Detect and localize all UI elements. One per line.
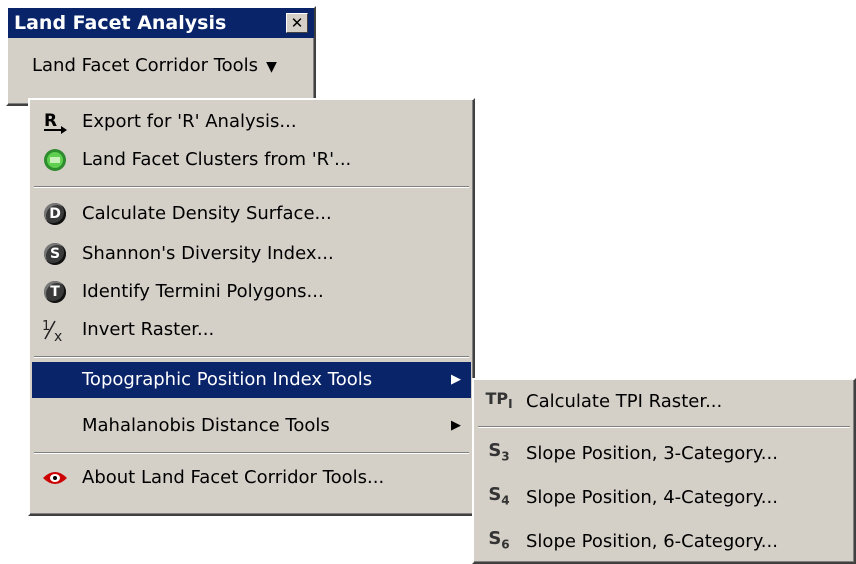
- submenu-item-label: Calculate TPI Raster...: [526, 391, 723, 412]
- menu-item-about[interactable]: About Land Facet Corridor Tools...: [32, 460, 471, 496]
- menu-item-label: Invert Raster...: [82, 319, 215, 340]
- menu-item-label: Mahalanobis Distance Tools: [82, 415, 330, 436]
- tpi-tools-submenu: TPI Calculate TPI Raster... S3 Slope Pos…: [472, 378, 856, 564]
- menu-item-land-facet-clusters[interactable]: Land Facet Clusters from 'R'...: [32, 142, 471, 178]
- menu-item-label: Export for 'R' Analysis...: [82, 111, 297, 132]
- menu-item-shannon-diversity[interactable]: S Shannon's Diversity Index...: [32, 236, 471, 272]
- s-circle-icon: S: [40, 236, 70, 272]
- menu-separator: [478, 426, 850, 428]
- close-icon: ✕: [290, 14, 304, 32]
- chevron-right-icon: ▶: [451, 372, 461, 387]
- submenu-item-slope-4[interactable]: S4 Slope Position, 4-Category...: [476, 480, 852, 516]
- menu-item-label: Shannon's Diversity Index...: [82, 243, 334, 264]
- chevron-down-icon: ▼: [266, 59, 277, 75]
- tpi-icon: TPI: [485, 389, 513, 412]
- chevron-right-icon: ▶: [451, 418, 461, 433]
- s4-icon: S4: [488, 484, 510, 508]
- submenu-item-label: Slope Position, 4-Category...: [526, 487, 778, 508]
- dropdown-label: Land Facet Corridor Tools: [32, 55, 259, 76]
- r-export-icon: R: [40, 104, 70, 140]
- menu-item-export-r[interactable]: R Export for 'R' Analysis...: [32, 104, 471, 140]
- submenu-item-slope-3[interactable]: S3 Slope Position, 3-Category...: [476, 436, 852, 472]
- toolbar-title[interactable]: Land Facet Analysis: [8, 8, 314, 38]
- invert-icon: 1 x: [40, 312, 70, 348]
- s6-icon: S6: [488, 528, 510, 552]
- menu-item-label: Land Facet Clusters from 'R'...: [82, 149, 352, 170]
- menu-item-label: Calculate Density Surface...: [82, 203, 332, 224]
- menu-separator: [34, 186, 469, 188]
- menu-item-label: Identify Termini Polygons...: [82, 281, 324, 302]
- menu-separator: [34, 356, 469, 358]
- green-cluster-icon: [40, 142, 70, 178]
- s3-icon: S3: [488, 440, 510, 464]
- d-circle-icon: D: [40, 196, 70, 232]
- submenu-item-calculate-tpi[interactable]: TPI Calculate TPI Raster...: [476, 384, 852, 420]
- t-circle-icon: T: [40, 274, 70, 310]
- menu-item-tpi-tools[interactable]: Topographic Position Index Tools ▶: [32, 362, 471, 398]
- svg-text:x: x: [54, 329, 62, 343]
- submenu-item-label: Slope Position, 6-Category...: [526, 531, 778, 552]
- land-facet-tools-dropdown[interactable]: Land Facet Corridor Tools ▼: [32, 48, 277, 84]
- eye-icon: [40, 460, 70, 496]
- menu-item-label: Topographic Position Index Tools: [82, 369, 373, 390]
- menu-item-density-surface[interactable]: D Calculate Density Surface...: [32, 196, 471, 232]
- menu-item-mahalanobis-tools[interactable]: Mahalanobis Distance Tools ▶: [32, 408, 471, 444]
- land-facet-tools-menu: R Export for 'R' Analysis... Land Facet …: [28, 98, 475, 516]
- submenu-item-slope-6[interactable]: S6 Slope Position, 6-Category...: [476, 524, 852, 560]
- menu-item-label: About Land Facet Corridor Tools...: [82, 467, 385, 488]
- menu-item-invert-raster[interactable]: 1 x Invert Raster...: [32, 312, 471, 348]
- land-facet-toolbar: Land Facet Analysis ✕ Land Facet Corrido…: [6, 6, 316, 106]
- svg-text:R: R: [44, 111, 57, 131]
- menu-item-termini-polygons[interactable]: T Identify Termini Polygons...: [32, 274, 471, 310]
- submenu-item-label: Slope Position, 3-Category...: [526, 443, 778, 464]
- close-button[interactable]: ✕: [286, 13, 308, 33]
- menu-separator: [34, 452, 469, 454]
